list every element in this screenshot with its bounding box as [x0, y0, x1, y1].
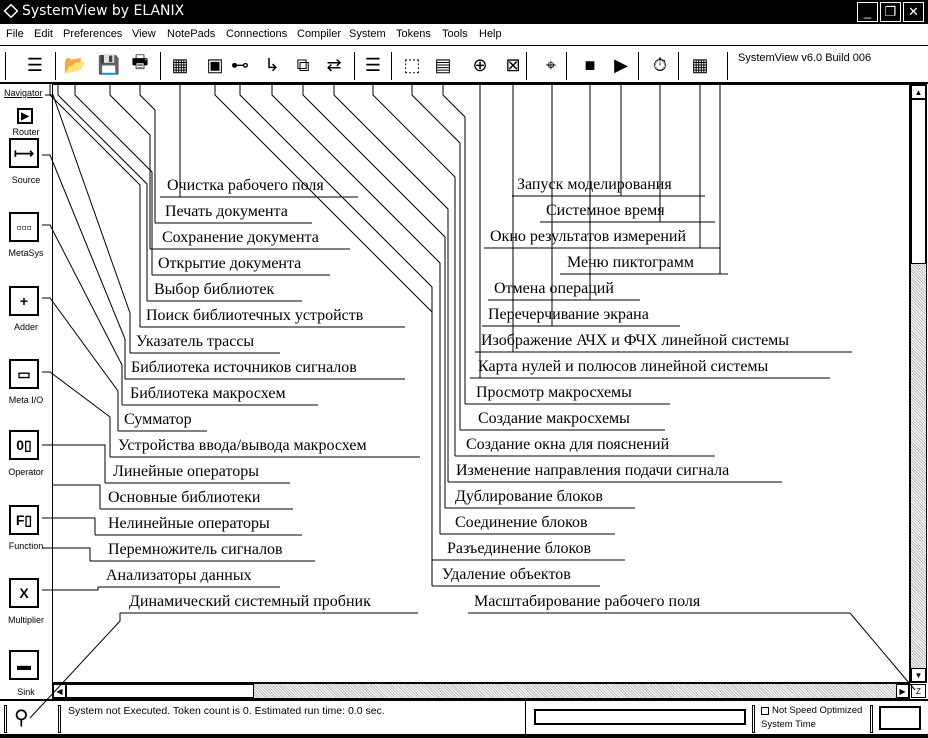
leader-line — [45, 94, 131, 353]
annotation-label: Сохранение документа — [162, 229, 319, 246]
leader-line — [42, 547, 91, 561]
annotation-label: Меню пиктограмм — [567, 254, 695, 271]
annotation-label: Создание макросхемы — [478, 410, 630, 427]
annotation-label: Изменение направления подачи сигнала — [456, 462, 730, 479]
annotation-label: Перечерчивание экрана — [488, 306, 649, 323]
annotation-label: Устройства ввода/вывода макросхем — [118, 437, 367, 454]
annotation-label: Открытие документа — [158, 255, 302, 272]
leader-line — [42, 371, 111, 457]
annotation-label: Библиотека источников сигналов — [131, 359, 357, 376]
annotation-label: Удаление объектов — [442, 566, 571, 583]
annotation-label: Дублирование блоков — [455, 488, 603, 505]
annotation-label: Указатель трассы — [136, 333, 255, 350]
leader-line — [29, 613, 121, 719]
annotation-label: Изображение АЧХ и ФЧХ линейной системы — [481, 332, 790, 349]
annotation-label: Перемножитель сигналов — [108, 541, 283, 558]
leader-line — [42, 224, 123, 405]
annotation-label: Системное время — [546, 202, 665, 219]
leader-line — [42, 517, 96, 535]
annotation-label: Линейные операторы — [113, 463, 259, 480]
leader-line — [49, 84, 141, 327]
annotation-label: Создание окна для пояснений — [466, 436, 670, 453]
leader-line — [411, 84, 461, 430]
annotation-label: Очистка рабочего поля — [167, 177, 324, 194]
annotation-label: Нелинейные операторы — [108, 515, 270, 532]
annotation-label: Запуск моделирования — [517, 176, 672, 193]
annotation-label: Карта нулей и полюсов линейной системы — [478, 358, 769, 375]
annotation-label: Анализаторы данных — [106, 567, 252, 584]
annotation-label: Библиотека макросхем — [130, 385, 286, 402]
leader-line — [52, 484, 101, 509]
leader-line — [442, 84, 466, 404]
annotation-label: Динамический системный пробник — [129, 593, 371, 610]
annotation-label: Поиск библиотечных устройств — [146, 307, 364, 324]
leader-line — [42, 444, 106, 483]
annotation-label: Соединение блоков — [455, 514, 588, 531]
leader-line — [372, 84, 456, 456]
annotation-label: Сумматор — [124, 411, 192, 428]
leader-line — [849, 612, 916, 691]
annotation-label: Печать документа — [165, 203, 288, 220]
leader-line — [42, 154, 126, 379]
leader-line — [42, 587, 99, 591]
annotation-label: Выбор библиотек — [154, 281, 275, 298]
annotation-label: Отмена операций — [494, 280, 614, 297]
annotation-label: Разъединение блоков — [447, 540, 592, 557]
annotation-label: Основные библиотеки — [108, 489, 261, 506]
annotation-label: Просмотр макросхемы — [476, 384, 632, 401]
annotation-label: Масштабирование рабочего поля — [474, 593, 701, 610]
annotation-label: Окно результатов измерений — [490, 228, 687, 245]
leader-line — [42, 297, 119, 431]
